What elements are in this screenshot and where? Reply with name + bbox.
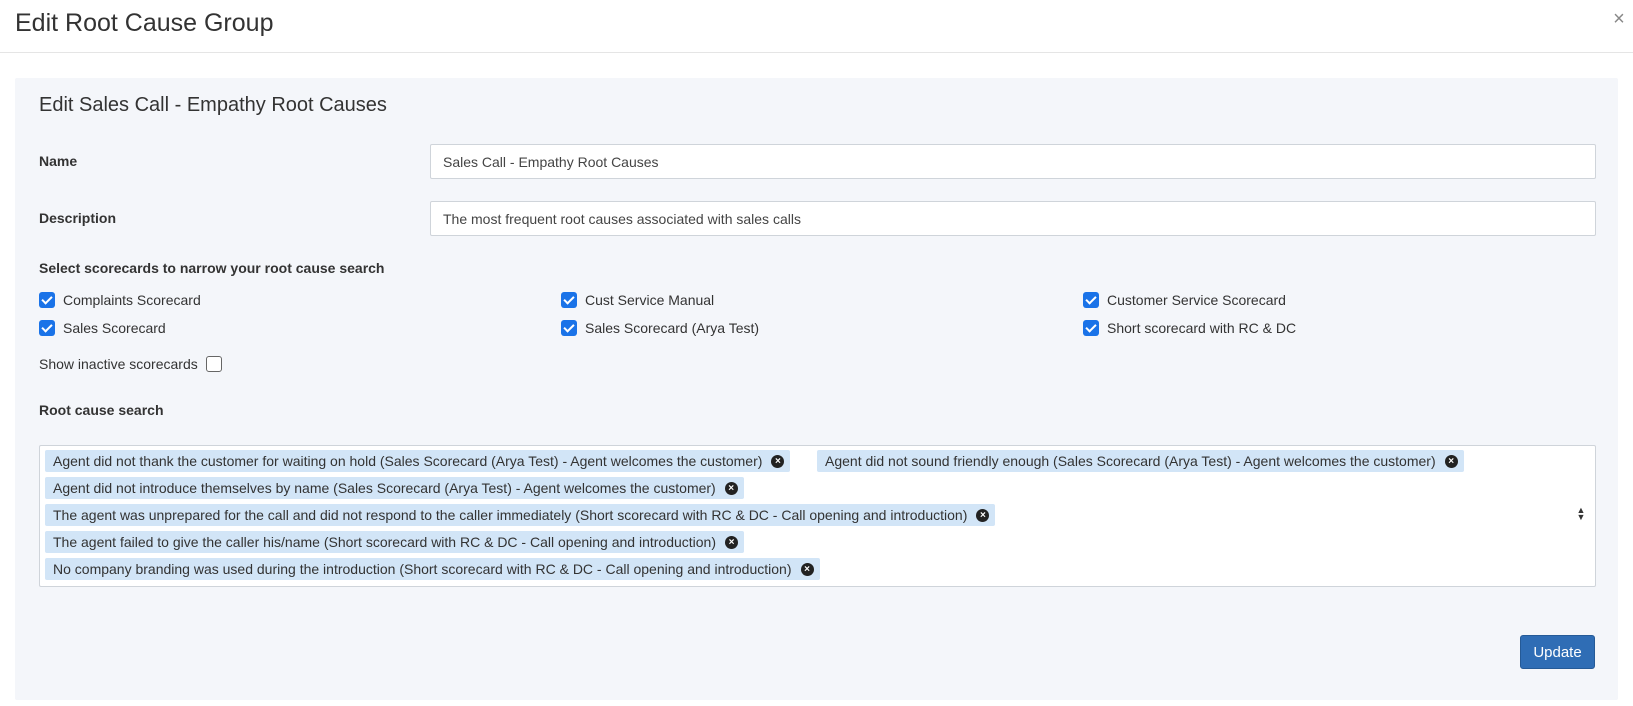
remove-tag-icon[interactable]: × (800, 562, 814, 576)
description-label: Description (39, 210, 117, 226)
show-inactive-label: Show inactive scorecards (39, 356, 198, 372)
edit-panel: Edit Sales Call - Empathy Root Causes Na… (15, 78, 1618, 700)
scorecard-checkbox-sales[interactable]: Sales Scorecard (39, 320, 166, 336)
checkbox-checked-icon[interactable] (1083, 292, 1099, 308)
show-inactive-toggle[interactable]: Show inactive scorecards (39, 356, 222, 372)
tag-label: No company branding was used during the … (53, 561, 792, 577)
sort-arrows-icon[interactable]: ▲ ▼ (1576, 506, 1586, 523)
tag-label: The agent failed to give the caller his/… (53, 534, 716, 550)
modal-title: Edit Root Cause Group (15, 9, 274, 37)
scorecard-label: Sales Scorecard (63, 320, 166, 336)
root-cause-label: Root cause search (39, 402, 164, 418)
checkbox-checked-icon[interactable] (39, 292, 55, 308)
root-cause-tag: The agent was unprepared for the call an… (45, 504, 996, 526)
remove-tag-icon[interactable]: × (976, 508, 990, 522)
remove-tag-icon[interactable]: × (725, 535, 738, 549)
remove-tag-icon[interactable]: × (724, 481, 738, 495)
scorecard-label: Customer Service Scorecard (1107, 292, 1286, 308)
close-icon[interactable]: × (1611, 8, 1627, 30)
remove-tag-icon[interactable]: × (771, 454, 785, 468)
update-button[interactable]: Update (1520, 635, 1595, 669)
root-cause-tag: Agent did not sound friendly enough (Sal… (817, 450, 1464, 472)
tag-label: Agent did not sound friendly enough (Sal… (825, 453, 1436, 469)
modal-header: Edit Root Cause Group × (0, 0, 1633, 53)
scorecard-label: Short scorecard with RC & DC (1107, 320, 1297, 336)
name-input[interactable] (430, 144, 1596, 179)
checkbox-checked-icon[interactable] (39, 320, 55, 336)
tag-label: Agent did not thank the customer for wai… (53, 453, 763, 469)
name-label: Name (39, 153, 78, 169)
scorecard-checkbox-short-rc-dc[interactable]: Short scorecard with RC & DC (1083, 320, 1296, 336)
root-cause-tag: No company branding was used during the … (45, 558, 820, 580)
remove-tag-icon[interactable]: × (1444, 454, 1458, 468)
show-inactive-checkbox[interactable] (205, 356, 222, 372)
scorecard-checkbox-customer-service[interactable]: Customer Service Scorecard (1083, 292, 1286, 308)
scorecard-label: Complaints Scorecard (63, 292, 201, 308)
checkbox-checked-icon[interactable] (1083, 320, 1099, 336)
root-cause-tag: Agent did not introduce themselves by na… (45, 477, 744, 499)
checkbox-checked-icon[interactable] (561, 292, 577, 308)
scorecard-checkbox-cust-service-manual[interactable]: Cust Service Manual (561, 292, 714, 308)
tag-label: The agent was unprepared for the call an… (53, 507, 968, 523)
panel-title: Edit Sales Call - Empathy Root Causes (39, 94, 387, 116)
scorecard-label: Cust Service Manual (585, 292, 715, 308)
scorecard-checkbox-sales-arya-test[interactable]: Sales Scorecard (Arya Test) (561, 320, 759, 336)
root-cause-tag: The agent failed to give the caller his/… (45, 531, 744, 553)
scorecards-label: Select scorecards to narrow your root ca… (39, 260, 385, 276)
checkbox-checked-icon[interactable] (561, 320, 577, 336)
tag-label: Agent did not introduce themselves by na… (53, 480, 716, 496)
scorecard-checkbox-complaints[interactable]: Complaints Scorecard (39, 292, 201, 308)
root-cause-search-input[interactable]: Agent did not thank the customer for wai… (39, 445, 1596, 587)
root-cause-tag: Agent did not thank the customer for wai… (45, 450, 791, 472)
scorecard-label: Sales Scorecard (Arya Test) (585, 320, 760, 336)
description-input[interactable] (430, 201, 1596, 236)
